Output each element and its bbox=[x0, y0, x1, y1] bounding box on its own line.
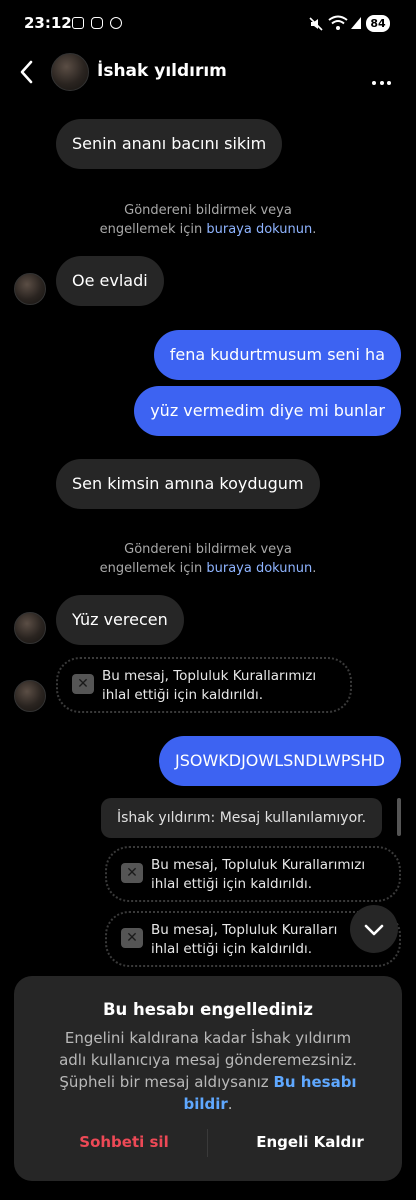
sheet-body: Engelini kaldırana kadar İshak yıldırım … bbox=[34, 1027, 382, 1115]
report-link[interactable]: buraya dokunun bbox=[206, 561, 312, 576]
signal-icon bbox=[351, 17, 361, 29]
removed-message-icon: ✕ bbox=[121, 928, 143, 948]
sheet-title: Bu hesabı engellediniz bbox=[102, 1000, 314, 1019]
report-notice-line2: engellemek için buraya dokunun. bbox=[99, 561, 317, 576]
report-notice: Göndereni bildirmek veya engellemek için… bbox=[0, 201, 416, 239]
screenshot-icon bbox=[72, 17, 84, 29]
incoming-message[interactable]: Sen kimsin amına koydugum bbox=[56, 459, 320, 509]
incoming-message[interactable]: Senin ananı bacını sikim bbox=[56, 119, 283, 169]
removed-message-icon: ✕ bbox=[72, 674, 94, 694]
report-notice-line2: engellemek için buraya dokunun. bbox=[99, 222, 317, 237]
incoming-message[interactable]: Oe evladi bbox=[56, 256, 164, 306]
removed-notice-line2: ihlal ettiği için kaldırıldı. bbox=[151, 941, 312, 957]
unblock-button[interactable]: Engeli Kaldır bbox=[238, 1133, 382, 1151]
report-notice-line1: Göndereni bildirmek veya bbox=[124, 203, 292, 218]
sheet-body-line2: adlı kullanıcıya mesaj gönderemezsiniz. bbox=[59, 1051, 357, 1069]
removed-notice-line1: Bu mesaj, Topluluk Kurallarımızı bbox=[102, 668, 317, 684]
unavailable-reply: İshak yıldırım: Mesaj kullanılamıyor. bbox=[101, 798, 383, 838]
removed-message-notice: ✕ Bu mesaj, Topluluk Kurallarımızı ihlal… bbox=[56, 657, 352, 713]
removed-notice-line2: ihlal ettiği için kaldırıldı. bbox=[151, 876, 312, 892]
incoming-message[interactable]: Yüz verecen bbox=[56, 595, 184, 645]
scrollbar[interactable] bbox=[397, 798, 401, 836]
sheet-body-line4: bildir. bbox=[183, 1095, 233, 1113]
whatsapp-icon bbox=[110, 17, 122, 29]
button-divider bbox=[207, 1129, 208, 1157]
report-link[interactable]: buraya dokunun bbox=[206, 222, 312, 237]
outgoing-message[interactable]: yüz vermedim diye mi bunlar bbox=[134, 386, 401, 436]
header-avatar[interactable] bbox=[51, 53, 89, 91]
instagram-icon bbox=[91, 17, 103, 29]
removed-notice-line1: Bu mesaj, Topluluk Kurallarımızı bbox=[151, 857, 366, 873]
wifi-icon bbox=[328, 15, 348, 30]
removed-message-notice: ✕ Bu mesaj, Topluluk Kurallarımızı ihlal… bbox=[105, 846, 401, 902]
blocked-account-sheet: Bu hesabı engellediniz Engelini kaldıran… bbox=[14, 976, 402, 1181]
scroll-to-bottom-button[interactable] bbox=[350, 905, 398, 953]
status-time: 23:12 bbox=[24, 14, 72, 32]
report-notice: Göndereni bildirmek veya engellemek için… bbox=[0, 540, 416, 578]
contact-name[interactable]: İshak yıldırım bbox=[97, 61, 227, 81]
sender-avatar[interactable] bbox=[14, 680, 46, 712]
sender-avatar[interactable] bbox=[14, 612, 46, 644]
back-chevron-icon[interactable] bbox=[16, 58, 36, 86]
chevron-down-icon bbox=[364, 924, 384, 936]
delete-chat-button[interactable]: Sohbeti sil bbox=[54, 1133, 194, 1151]
report-account-link-cont[interactable]: bildir bbox=[183, 1095, 227, 1113]
mute-icon bbox=[309, 17, 323, 31]
sheet-body-line1: Engelini kaldırana kadar İshak yıldırım bbox=[64, 1029, 352, 1047]
removed-notice-line1: Bu mesaj, Topluluk Kuralları bbox=[151, 922, 338, 938]
sheet-body-line3: Şüpheli bir mesaj aldıysanız Bu hesabı bbox=[59, 1073, 357, 1091]
more-options-icon[interactable] bbox=[372, 70, 395, 89]
report-account-link[interactable]: Bu hesabı bbox=[273, 1073, 356, 1091]
battery-level: 84 bbox=[366, 15, 390, 32]
status-bar: 23:12 84 bbox=[0, 0, 416, 48]
sender-avatar[interactable] bbox=[14, 273, 46, 305]
removed-notice-line2: ihlal ettiği için kaldırıldı. bbox=[102, 687, 263, 703]
outgoing-message[interactable]: fena kudurtmusum seni ha bbox=[153, 330, 401, 380]
removed-message-icon: ✕ bbox=[121, 863, 143, 883]
outgoing-message[interactable]: JSOWKDJOWLSNDLWPSHD bbox=[158, 736, 401, 786]
report-notice-line1: Göndereni bildirmek veya bbox=[124, 542, 292, 557]
